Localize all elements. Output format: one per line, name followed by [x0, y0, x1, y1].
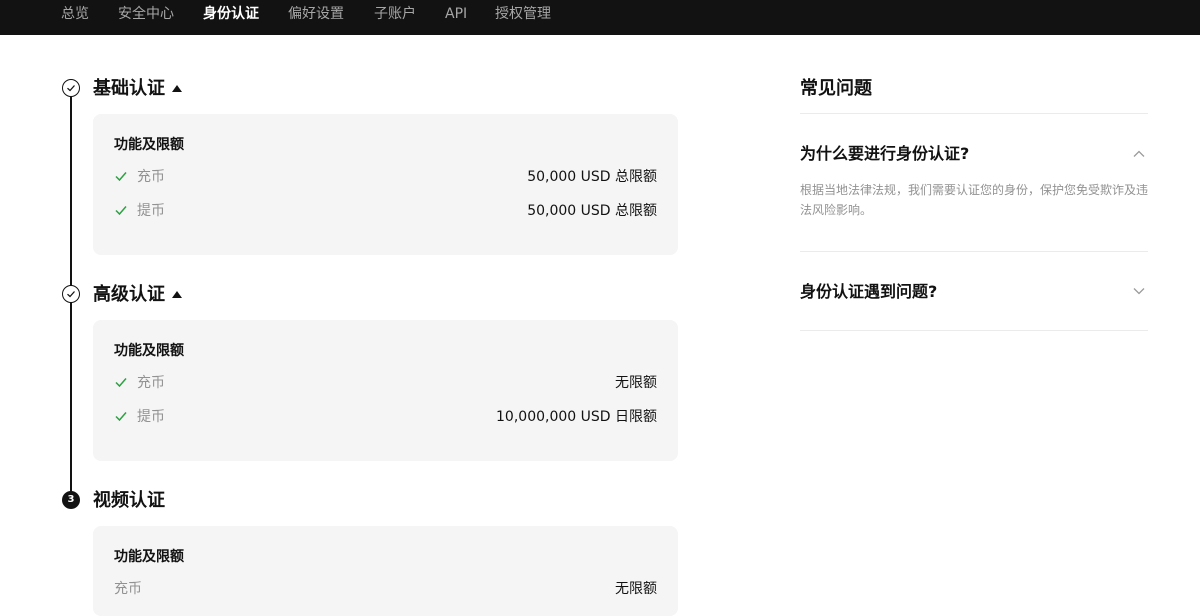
step-number-badge: 3 [62, 491, 80, 509]
limit-row-value-withdraw: 50,000 USD 总限额 [527, 203, 657, 219]
faq-question-problems[interactable]: 身份认证遇到问题? [800, 282, 937, 302]
limit-row-label-withdraw: 提币 [137, 409, 165, 425]
limit-row-value-deposit: 无限额 [615, 375, 657, 391]
nav-item-sub-accounts[interactable]: 子账户 [374, 5, 416, 23]
limits-card-advanced: 功能及限额 充币 无限额 提币 10,000,000 USD 日限额 [93, 320, 678, 461]
chevron-down-icon[interactable] [1132, 284, 1146, 298]
faq-title: 常见问题 [800, 78, 872, 99]
nav-item-identity-verification[interactable]: 身份认证 [203, 5, 259, 23]
check-icon [115, 206, 127, 216]
faq-divider [800, 330, 1148, 331]
check-icon [115, 412, 127, 422]
limit-row-label-deposit: 充币 [137, 375, 165, 391]
limit-row-value-deposit: 50,000 USD 总限额 [527, 169, 657, 185]
check-icon [115, 378, 127, 388]
nav-item-api[interactable]: API [445, 5, 467, 23]
nav-item-preferences[interactable]: 偏好设置 [288, 5, 344, 23]
limit-row-label-withdraw: 提币 [137, 203, 165, 219]
faq-divider [800, 251, 1148, 252]
limit-row-value-deposit: 无限额 [615, 581, 657, 597]
limits-card-basic: 功能及限额 充币 50,000 USD 总限额 提币 50,000 USD 总限… [93, 114, 678, 255]
card-heading: 功能及限额 [114, 137, 184, 153]
faq-divider [800, 113, 1148, 114]
check-circle-icon [62, 79, 80, 97]
limit-row-value-withdraw: 10,000,000 USD 日限额 [496, 409, 657, 425]
card-heading: 功能及限额 [114, 549, 184, 565]
faq-question-why-verify[interactable]: 为什么要进行身份认证? [800, 144, 969, 164]
nav-item-overview[interactable]: 总览 [61, 5, 89, 23]
limit-row-label-deposit: 充币 [137, 169, 165, 185]
section-title-basic: 基础认证 [93, 78, 165, 99]
card-heading: 功能及限额 [114, 343, 184, 359]
top-navigation: 总览 安全中心 身份认证 偏好设置 子账户 API 授权管理 [0, 0, 1200, 35]
faq-answer-why-verify: 根据当地法律法规，我们需要认证您的身份，保护您免受欺诈及违法风险影响。 [800, 183, 1149, 217]
nav-item-authorization-management[interactable]: 授权管理 [495, 5, 551, 23]
limit-row-label-deposit: 充币 [114, 581, 142, 597]
nav-item-security-center[interactable]: 安全中心 [118, 5, 174, 23]
chevron-up-icon[interactable] [1132, 147, 1146, 161]
section-title-video: 视频认证 [93, 490, 165, 511]
section-title-advanced: 高级认证 [93, 284, 165, 305]
check-circle-icon [62, 285, 80, 303]
caret-up-icon[interactable] [172, 291, 182, 298]
limits-card-video: 功能及限额 充币 无限额 [93, 526, 678, 616]
caret-up-icon[interactable] [172, 85, 182, 92]
check-icon [115, 172, 127, 182]
